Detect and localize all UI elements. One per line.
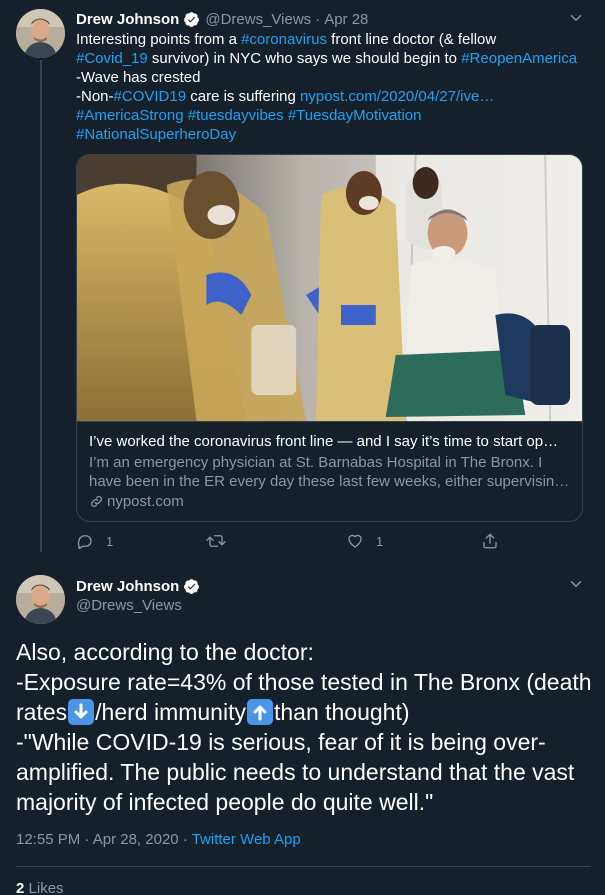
author-name-row: Drew Johnson: [76, 578, 205, 595]
card-image: [77, 155, 582, 421]
text-segment: front line doctor (& fellow: [326, 31, 497, 48]
hashtag-link[interactable]: #coronavirus: [241, 31, 327, 48]
share-button[interactable]: [481, 532, 499, 550]
avatar[interactable]: [16, 9, 65, 58]
tweet-text: Also, according to the doctor: -Exposure …: [16, 637, 592, 817]
tweet-text-line: rates/herd immunity than thought): [16, 697, 591, 727]
chevron-down-icon[interactable]: [567, 9, 585, 27]
card-description-line: I’m an emergency physician at St. Barnab…: [89, 454, 543, 471]
link-preview-card[interactable]: I’ve worked the coronavirus front line —…: [76, 154, 583, 522]
card-description-line: have been in the ER every day these last…: [89, 473, 570, 490]
likes-label: Likes: [28, 880, 64, 895]
tweet-text-line: Also, according to the doctor:: [16, 637, 591, 667]
tweet-text-line: -Wave has crested: [76, 68, 596, 87]
hashtag-link[interactable]: #AmericaStrong: [76, 107, 184, 124]
tweet-focused[interactable]: Drew Johnson @Drews_Views Also, accordin…: [0, 565, 605, 895]
tweet-text-line: -Non-#COVID19 care is suffering nypost.c…: [76, 87, 596, 106]
tweet-meta: 12:55 PM · Apr 28, 2020 · Twitter Web Ap…: [16, 831, 301, 848]
text-segment: /herd immunity: [95, 699, 246, 725]
divider: [16, 866, 591, 867]
meta-separator: ·: [84, 831, 90, 848]
card-title[interactable]: I’ve worked the coronavirus front line —…: [89, 432, 570, 451]
text-segment: -Wave has crested: [76, 69, 201, 86]
tweet-text-line: -"While COVID-19 is serious, fear of it …: [16, 727, 591, 757]
hashtag-link[interactable]: #ReopenAmerica: [461, 50, 577, 67]
tweet-source-link[interactable]: Twitter Web App: [192, 831, 301, 848]
avatar[interactable]: [16, 575, 65, 624]
meta-separator: ·: [182, 831, 188, 848]
tweet-actions: 1 1: [76, 532, 506, 554]
tweet-text-line: amplified. The public needs to understan…: [16, 757, 591, 787]
tweet-header: Drew Johnson @Drews_Views · Apr 28: [76, 9, 368, 29]
card-domain-text: nypost.com: [107, 493, 184, 510]
author-handle[interactable]: @Drews_Views: [205, 11, 311, 28]
tweet-date[interactable]: Apr 28: [324, 11, 368, 28]
author-name[interactable]: Drew Johnson: [76, 11, 179, 28]
tweet-text-line: Interesting points from a #coronavirus f…: [76, 30, 596, 49]
chevron-down-icon[interactable]: [567, 575, 585, 593]
tweet-text-line: majority of infected people do quite wel…: [16, 787, 591, 817]
hashtag-link[interactable]: #NationalSuperheroDay: [76, 126, 236, 143]
like-button[interactable]: 1: [346, 532, 383, 550]
card-domain: nypost.com: [89, 492, 570, 511]
likes-count: 2: [16, 880, 25, 895]
retweet-icon: [206, 535, 226, 547]
text-segment: majority of infected people do quite wel…: [16, 789, 434, 815]
text-segment: -Exposure rate=43% of those tested in Th…: [16, 669, 592, 695]
verified-badge-icon: [184, 579, 200, 594]
text-segment: survivor) in NYC who says we should begi…: [147, 50, 462, 67]
text-segment: Also, according to the doctor:: [16, 639, 314, 665]
text-segment: amplified. The public needs to understan…: [16, 759, 575, 785]
tweet-text-line: #Covid_19 survivor) in NYC who says we s…: [76, 49, 596, 68]
reply-button[interactable]: 1: [76, 532, 113, 550]
header-separator: ·: [315, 10, 321, 28]
reply-count: 1: [106, 533, 114, 549]
author-handle[interactable]: @Drews_Views: [76, 597, 182, 614]
share-icon: [483, 533, 497, 549]
reply-icon: [77, 535, 92, 550]
like-count: 1: [376, 533, 384, 549]
text-segment: rates: [16, 699, 68, 725]
retweet-button[interactable]: [206, 532, 238, 550]
text-segment: -"While COVID-19 is serious, fear of it …: [16, 729, 546, 755]
down-arrow-emoji: [68, 699, 95, 725]
tweet-text-line: -Exposure rate=43% of those tested in Th…: [16, 667, 592, 697]
tweet-text: Interesting points from a #coronavirus f…: [76, 30, 596, 144]
link-icon: [91, 496, 102, 507]
tweet-text-line: #NationalSuperheroDay: [76, 125, 596, 144]
text-segment: than thought): [273, 699, 410, 725]
hashtag-link[interactable]: #COVID19: [114, 88, 187, 105]
text-segment: Interesting points from a: [76, 31, 242, 48]
hashtag-link[interactable]: #tuesdayvibes: [188, 107, 284, 124]
card-body: I’ve worked the coronavirus front line —…: [77, 421, 582, 521]
heart-icon: [348, 534, 362, 548]
url-link[interactable]: nypost.com/2020/04/27/ive…: [300, 88, 494, 105]
hashtag-link[interactable]: #Covid_19: [76, 50, 148, 67]
text-segment: care is suffering: [186, 88, 301, 105]
likes-stat[interactable]: 2 Likes: [16, 880, 64, 895]
author-name[interactable]: Drew Johnson: [76, 578, 179, 595]
up-arrow-emoji: [246, 699, 273, 725]
card-description: I’m an emergency physician at St. Barnab…: [89, 453, 570, 491]
thread-connector-line: [40, 60, 42, 552]
tweet-first[interactable]: Drew Johnson @Drews_Views · Apr 28 Inter…: [0, 0, 605, 565]
verified-badge-icon: [184, 11, 200, 27]
hashtag-link[interactable]: #TuesdayMotivation: [288, 107, 422, 124]
text-segment: -Non-: [76, 88, 114, 105]
tweet-full-date[interactable]: Apr 28, 2020: [93, 831, 179, 848]
tweet-time[interactable]: 12:55 PM: [16, 831, 80, 848]
tweet-text-line: #AmericaStrong #tuesdayvibes #TuesdayMot…: [76, 106, 596, 125]
